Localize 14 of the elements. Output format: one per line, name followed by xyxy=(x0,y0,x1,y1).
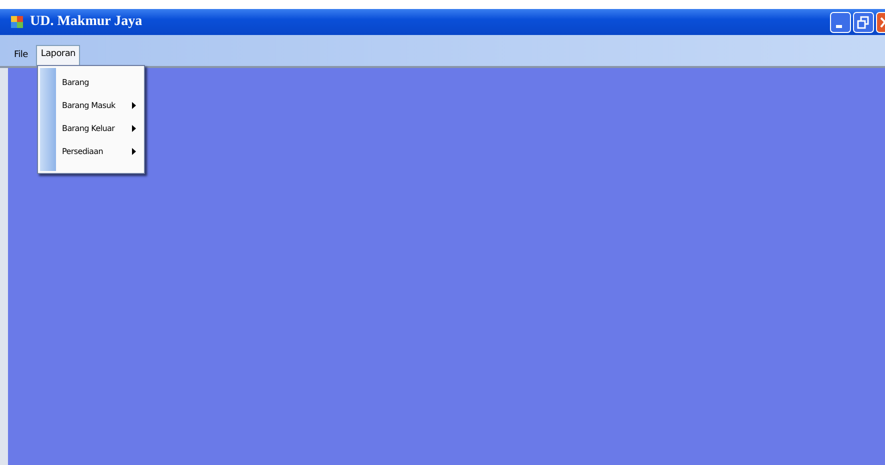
menu-entry[interactable]: Persediaan xyxy=(56,140,144,163)
app-icon xyxy=(10,15,24,29)
minimize-icon[interactable] xyxy=(830,12,851,32)
menu-entry[interactable]: Barang xyxy=(56,71,144,94)
menu-item[interactable]: Laporan xyxy=(36,45,80,66)
menu-item[interactable]: File xyxy=(10,47,32,66)
menu-entry[interactable]: Barang Masuk xyxy=(56,94,144,117)
submenu-arrow-icon xyxy=(132,125,136,132)
close-icon[interactable] xyxy=(876,12,885,32)
window-title: UD. Makmur Jaya xyxy=(30,14,144,30)
restore-icon[interactable] xyxy=(853,12,874,32)
menu-entry[interactable]: Barang Keluar xyxy=(56,117,144,140)
submenu-arrow-icon xyxy=(132,148,136,155)
submenu-arrow-icon xyxy=(132,102,136,109)
